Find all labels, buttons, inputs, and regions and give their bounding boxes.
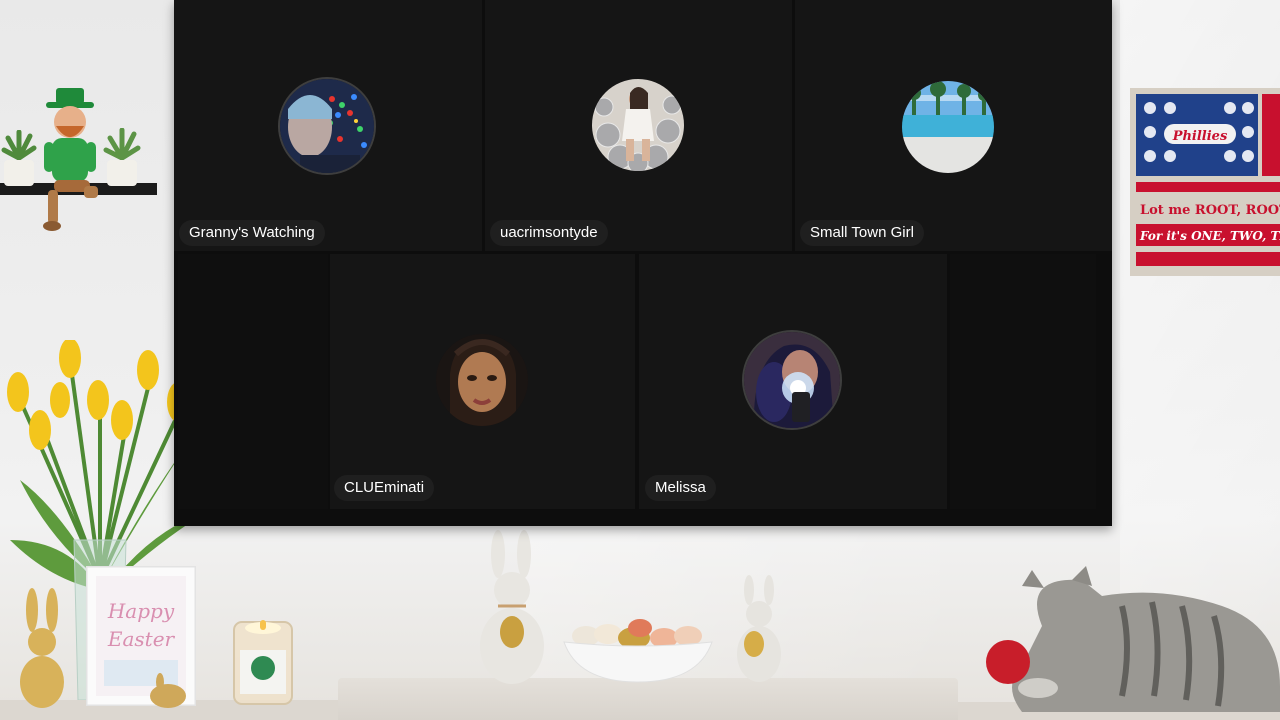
- console-table: [338, 678, 958, 720]
- disco-ball-photo-avatar[interactable]: [592, 79, 684, 171]
- empty-tile-left: [178, 254, 328, 509]
- participant-tile[interactable]: Melissa: [639, 254, 947, 509]
- participant-name-tag: Granny's Watching: [179, 220, 325, 246]
- participant-tile[interactable]: Granny's Watching: [174, 0, 482, 251]
- participant-name-tag: CLUEminati: [334, 475, 435, 501]
- pool-photo-avatar[interactable]: [902, 81, 994, 173]
- svg-text:Lot me ROOT, ROOT, R: Lot me ROOT, ROOT, R: [1140, 203, 1280, 218]
- succulent-pot-right: [102, 128, 142, 186]
- video-call-grid: Granny's Watching uacrimsontyde Small To…: [174, 0, 1112, 526]
- empty-tile-right: [950, 254, 1096, 509]
- svg-text:Happy: Happy: [107, 599, 175, 623]
- small-gold-bunny: [146, 672, 188, 708]
- participant-tile[interactable]: uacrimsontyde: [485, 0, 792, 251]
- participant-name-tag: Small Town Girl: [800, 220, 924, 246]
- participant-name-tag: Melissa: [645, 475, 716, 501]
- svg-text:Phillies: Phillies: [1172, 129, 1228, 144]
- svg-text:Easter: Easter: [107, 627, 176, 651]
- gold-bunny-figure: [10, 586, 74, 710]
- candle-jar: [230, 618, 296, 706]
- phillies-sign: Phillies Lot me ROOT, ROOT, R For it's O…: [1130, 88, 1280, 276]
- leprechaun-figure: [34, 86, 106, 232]
- portrait-avatar[interactable]: [436, 334, 528, 426]
- participant-name-tag: uacrimsontyde: [490, 220, 608, 246]
- colorful-lights-selfie-avatar[interactable]: [280, 79, 374, 173]
- white-bunny-with-gold-egg: [474, 528, 550, 684]
- virtual-background-room: Phillies Lot me ROOT, ROOT, R For it's O…: [0, 0, 1280, 720]
- cat-with-ornament: [982, 566, 1280, 712]
- succulent-pot-left: [0, 130, 38, 186]
- small-white-bunny: [732, 574, 786, 684]
- phone-selfie-avatar[interactable]: [744, 332, 840, 428]
- svg-text:For it's ONE, TWO, TH: For it's ONE, TWO, TH: [1139, 229, 1280, 243]
- participant-tile[interactable]: Small Town Girl: [795, 0, 1112, 251]
- egg-bowl: [562, 616, 714, 684]
- participant-tile[interactable]: CLUEminati: [330, 254, 635, 509]
